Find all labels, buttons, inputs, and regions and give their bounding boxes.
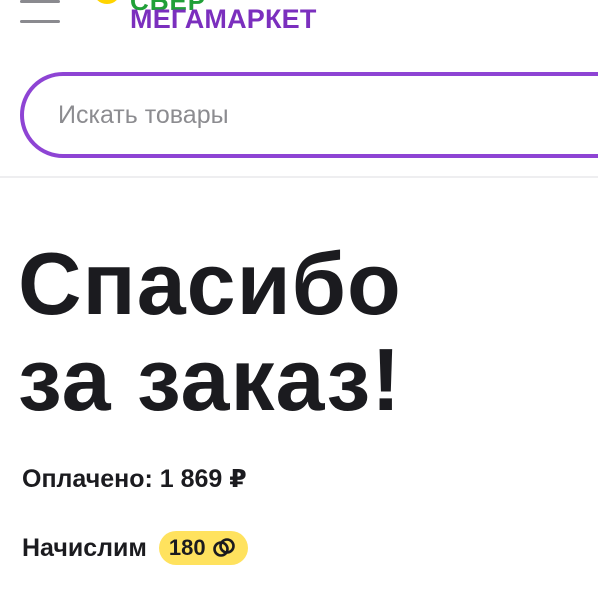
logo-main-text: МЕГАМАРКЕТ <box>130 4 317 34</box>
page-title: Спасибо за заказ! <box>18 236 402 428</box>
header: СБЕР МЕГАМАРКЕТ <box>0 0 598 40</box>
divider <box>0 176 598 178</box>
sber-logo-icon <box>97 0 117 4</box>
bonus-coins-icon <box>212 538 235 557</box>
bonus-label: Начислим <box>22 533 147 562</box>
search-placeholder: Искать товары <box>58 101 229 129</box>
title-line-1: Спасибо <box>18 234 402 333</box>
paid-amount: Оплачено: 1 869 ₽ <box>22 465 247 493</box>
hamburger-menu-icon[interactable] <box>20 0 60 23</box>
bonus-value: 180 <box>168 535 206 560</box>
bonus-row: Начислим 180 <box>22 530 248 566</box>
bonus-badge: 180 <box>158 531 248 565</box>
search-input[interactable]: Искать товары <box>20 72 598 158</box>
order-confirmation-page: СБЕР МЕГАМАРКЕТ Искать товары Спасибо за… <box>0 0 598 594</box>
title-line-2: за заказ! <box>18 330 402 429</box>
logo[interactable]: СБЕР МЕГАМАРКЕТ <box>90 0 350 36</box>
